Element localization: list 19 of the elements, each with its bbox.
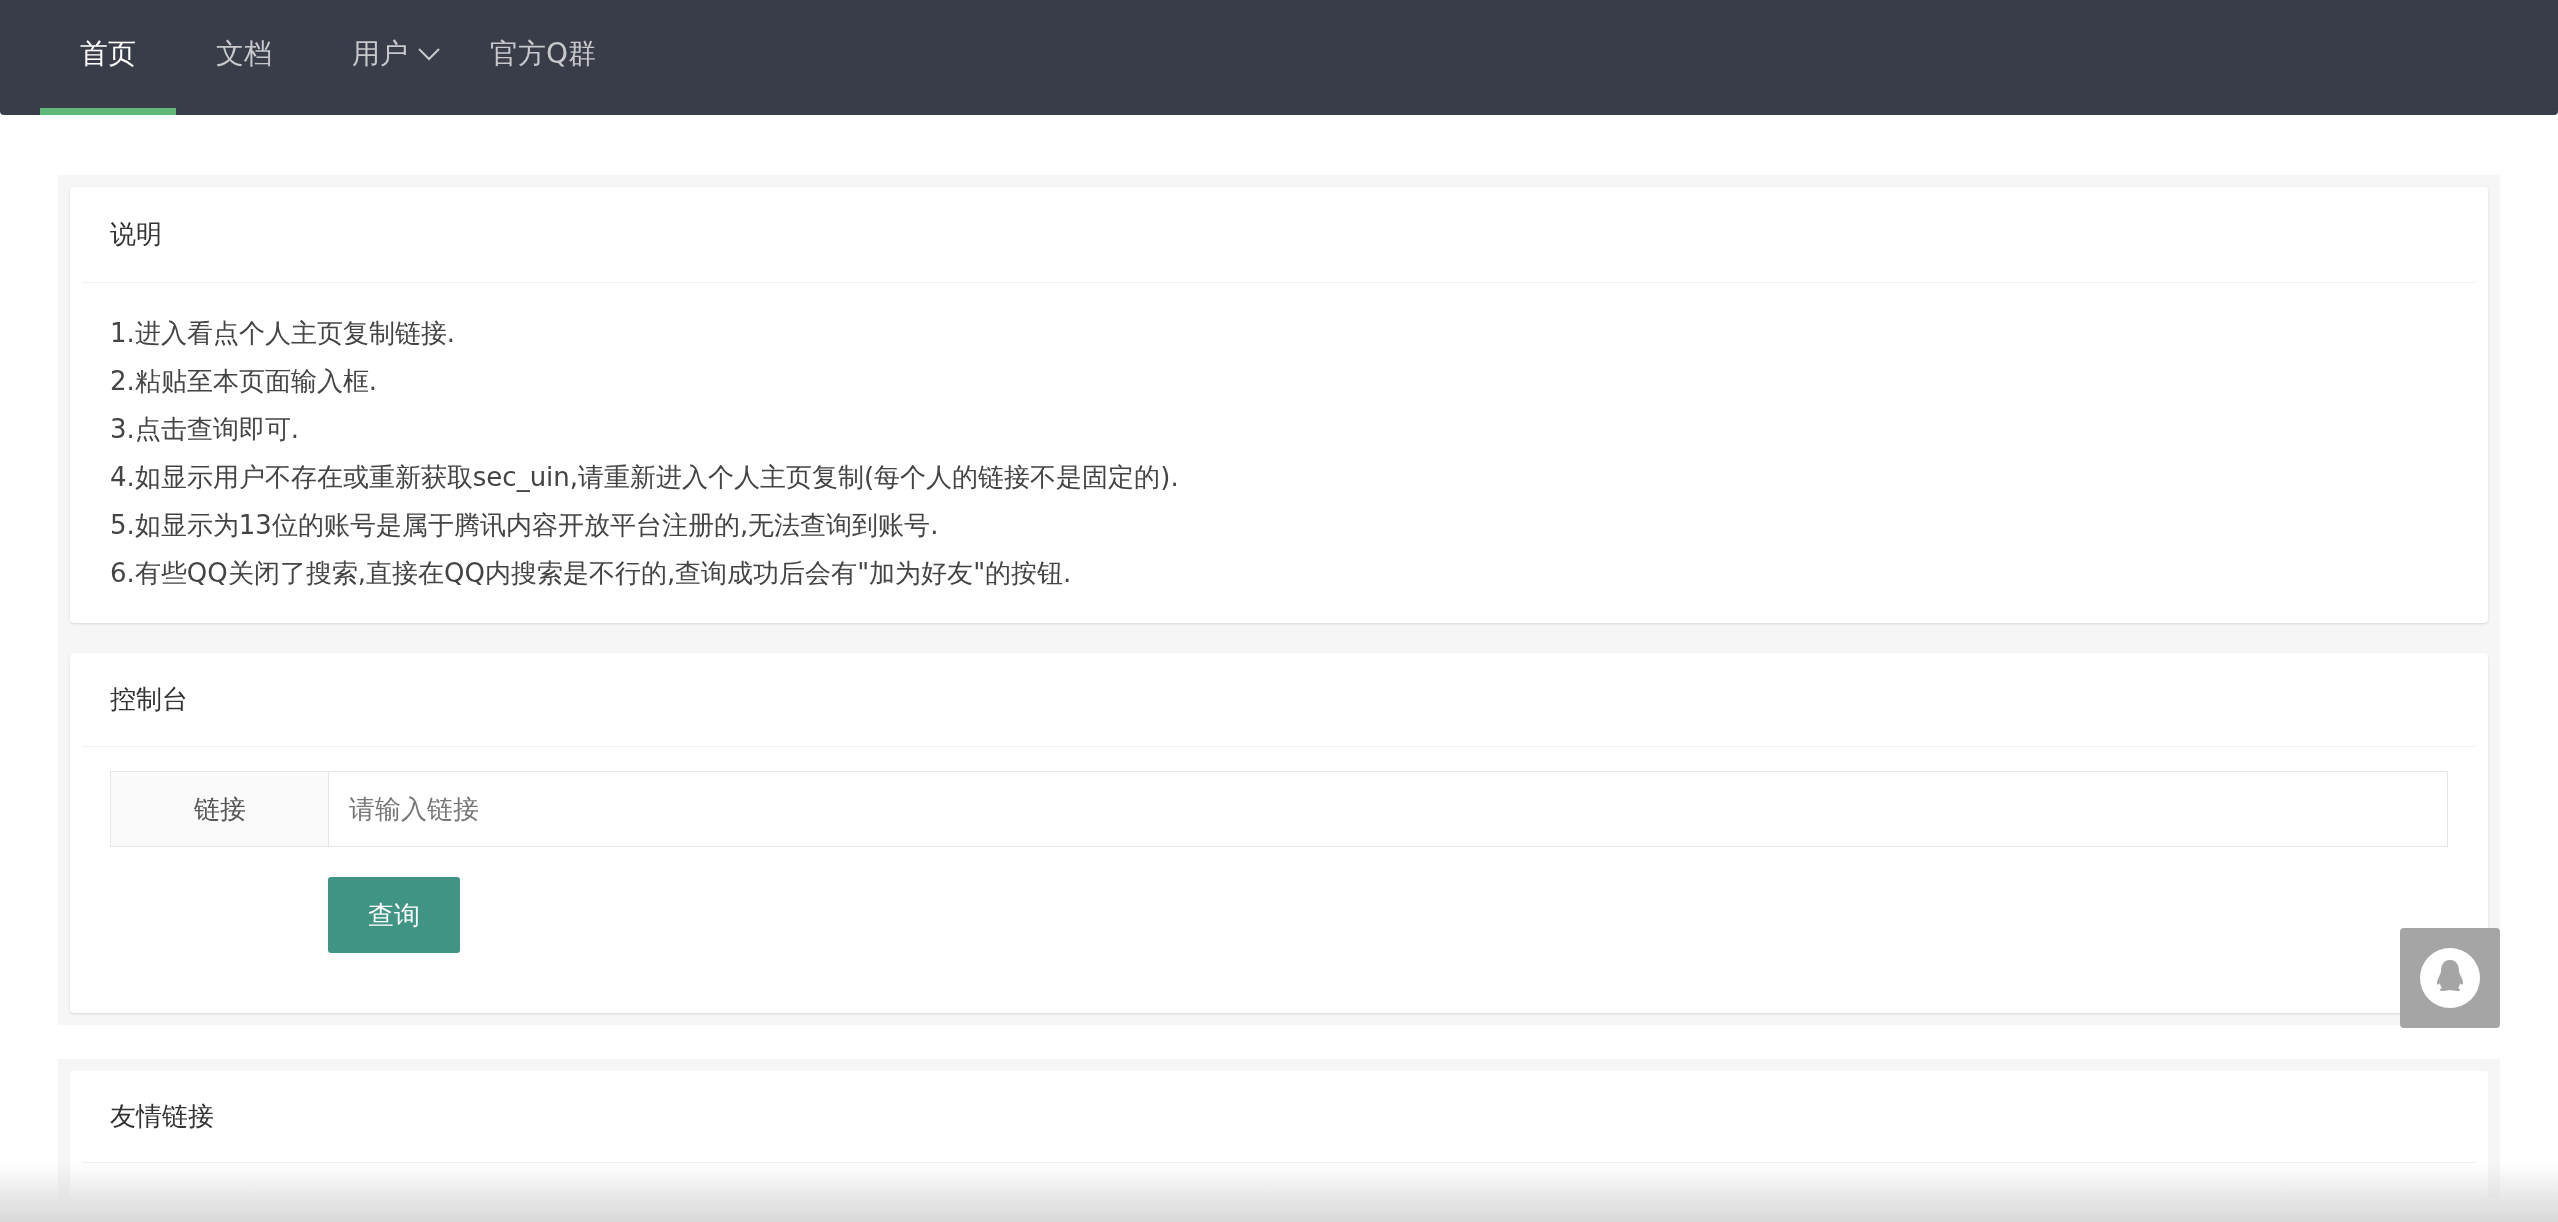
nav-tab[interactable]: 官方Q群 [450,0,637,115]
qq-contact-button[interactable] [2400,928,2500,1028]
link-input-field[interactable]: 请输入链接 [329,772,2447,846]
nav-tab[interactable]: 用户 [312,0,450,115]
instruction-line: 6.有些QQ关闭了搜索,直接在QQ内搜索是不行的,查询成功后会有"加为好友"的按钮. [110,557,1072,590]
instruction-line: 3.点击查询即可. [110,413,300,446]
query-button[interactable]: 查询 [328,877,460,953]
penguin-icon [2420,948,2480,1008]
card-title: 说明 [82,187,2476,283]
nav-tab[interactable]: 文档 [176,0,312,115]
instruction-line: 5.如显示为13位的账号是属于腾讯内容开放平台注册的,无法查询到账号. [110,509,939,542]
nav-tab[interactable]: 首页 [40,0,176,115]
instruction-line: 1.进入看点个人主页复制链接. [110,317,456,350]
link-input-group[interactable]: 链接 请输入链接 [110,771,2448,847]
field-label: 链接 [111,772,329,846]
instruction-line: 4.如显示用户不存在或重新获取sec_uin,请重新进入个人主页复制(每个人的链接不是固定的). [110,461,1179,494]
instruction-line: 2.粘贴至本页面输入框. [110,365,378,398]
card-title: 友情链接 [82,1071,2476,1163]
card-title: 控制台 [82,653,2476,747]
